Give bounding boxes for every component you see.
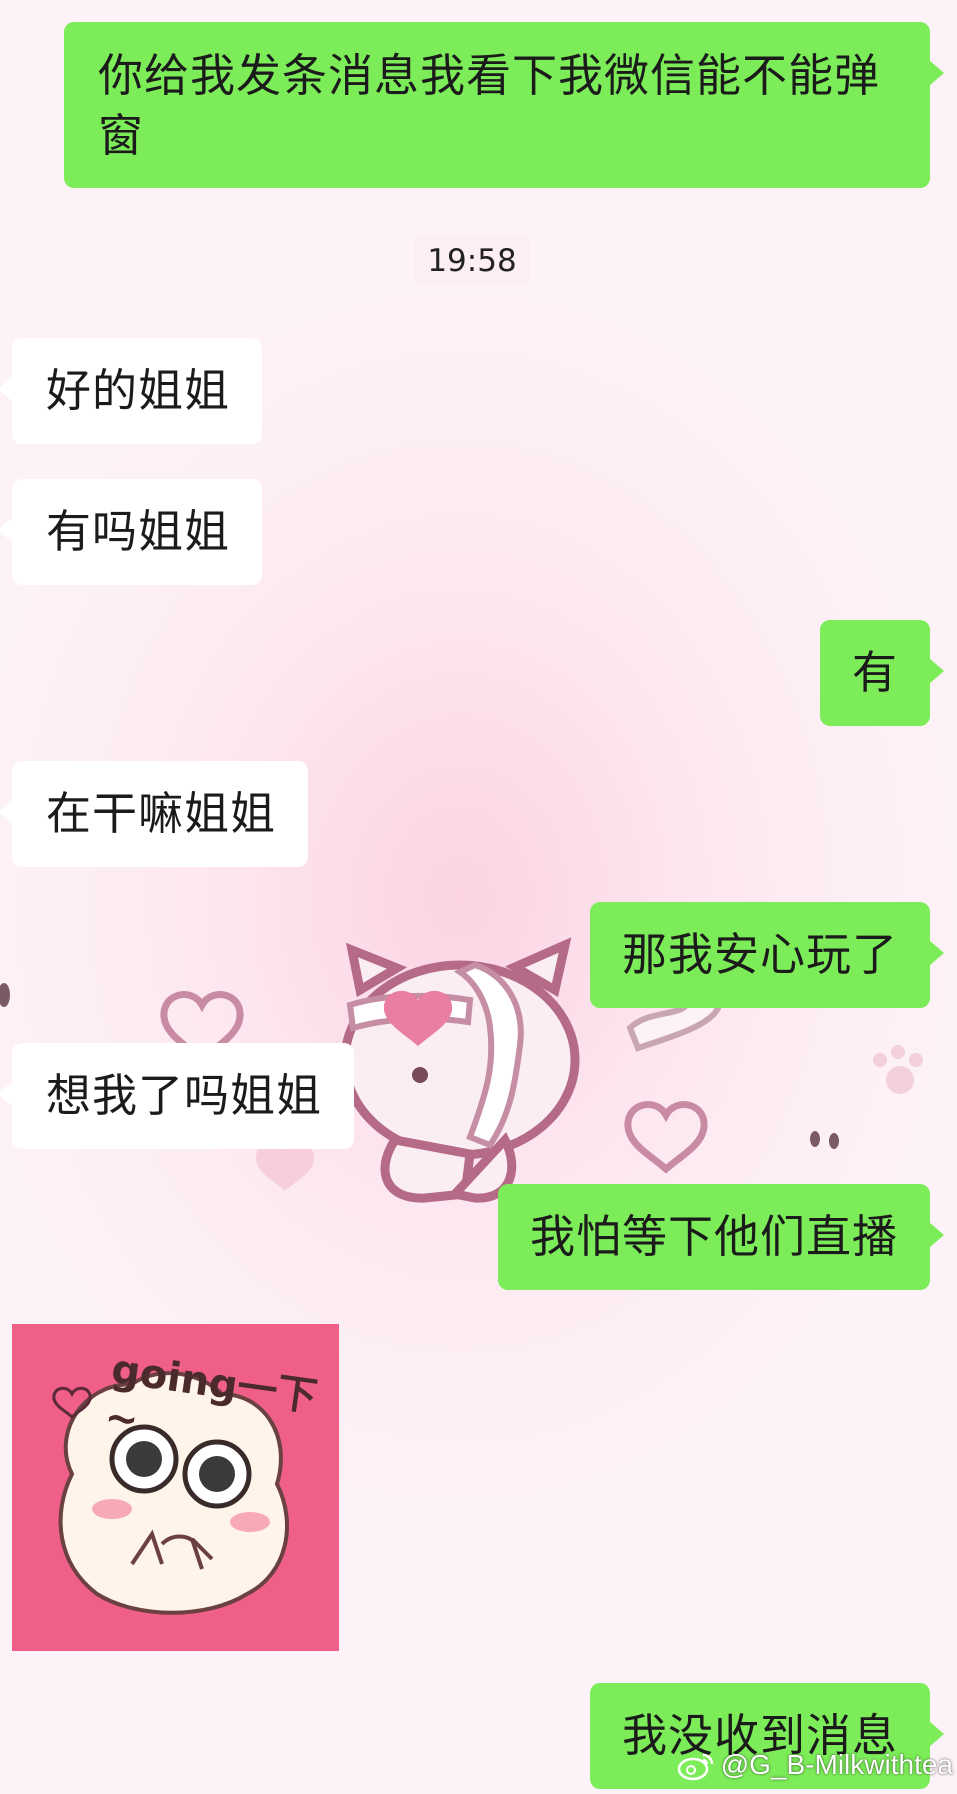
- message-text: 在干嘛姐姐: [46, 787, 277, 840]
- message-text: 好的姐姐: [46, 364, 231, 417]
- message-text: 想我了吗姐姐: [46, 1069, 323, 1122]
- message-text: 我怕等下他们直播: [530, 1210, 899, 1263]
- timestamp: 19:58: [414, 236, 530, 286]
- chat-area: 你给我发条消息我看下我微信能不能弹窗 19:58 好的姐姐 有吗姐姐 有 在干嘛…: [0, 0, 957, 1794]
- message-bubble-incoming[interactable]: 好的姐姐: [0, 338, 262, 444]
- message-text: 那我安心玩了: [622, 928, 899, 981]
- message-text: 有: [852, 646, 899, 699]
- watermark: @G_B-Milkwithtea: [677, 1744, 953, 1786]
- sticker-message[interactable]: going一下~: [12, 1324, 339, 1651]
- message-bubble-incoming[interactable]: 有吗姐姐: [0, 479, 262, 585]
- message-text: 有吗姐姐: [46, 505, 231, 558]
- weibo-icon: [677, 1753, 713, 1781]
- message-bubble-outgoing[interactable]: 那我安心玩了: [590, 902, 944, 1008]
- message-bubble-outgoing[interactable]: 你给我发条消息我看下我微信能不能弹窗: [64, 22, 944, 188]
- watermark-handle: @G_B-Milkwithtea: [720, 1749, 953, 1780]
- message-bubble-incoming[interactable]: 在干嘛姐姐: [0, 761, 308, 867]
- message-bubble-outgoing[interactable]: 有: [820, 620, 944, 726]
- message-bubble-outgoing[interactable]: 我怕等下他们直播: [498, 1184, 944, 1290]
- message-bubble-incoming[interactable]: 想我了吗姐姐: [0, 1043, 354, 1149]
- message-text: 你给我发条消息我看下我微信能不能弹窗: [98, 49, 881, 162]
